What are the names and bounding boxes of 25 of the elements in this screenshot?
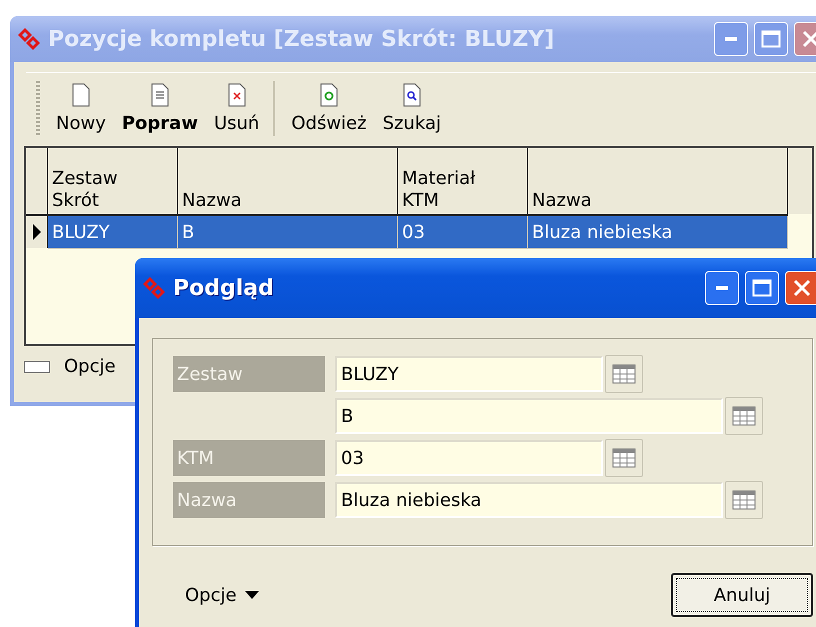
cancel-button[interactable]: Anuluj <box>671 573 813 617</box>
input-field[interactable]: Bluza niebieska <box>335 482 723 518</box>
table-cell[interactable]: Bluza niebieska <box>528 216 788 249</box>
column-header[interactable]: Zestaw Skrót <box>48 148 178 216</box>
toolbar-button[interactable]: Szukaj <box>376 81 447 136</box>
field-label: KTM <box>173 440 325 476</box>
table-cell[interactable]: BLUZY <box>48 216 178 249</box>
toolbar-button[interactable]: Popraw <box>116 81 204 136</box>
input-field[interactable]: 03 <box>335 440 603 476</box>
field-label: Zestaw <box>173 356 325 392</box>
toolbar-button[interactable]: Usuń <box>208 81 266 136</box>
toolbar-button[interactable]: Nowy <box>50 81 112 136</box>
window-title: Podgląd <box>173 276 275 300</box>
window-title: Pozycje kompletu [Zestaw Skrót: BLUZY] <box>48 26 556 52</box>
table-cell[interactable]: 03 <box>398 216 528 249</box>
options-menu[interactable]: Opcje <box>64 356 116 377</box>
column-header[interactable]: Nazwa <box>178 148 398 216</box>
input-field[interactable]: BLUZY <box>335 356 603 392</box>
input-field[interactable]: B <box>335 398 723 434</box>
column-header[interactable]: Nazwa <box>528 148 788 216</box>
table-cell[interactable]: B <box>178 216 398 249</box>
toolbar-button[interactable]: Odśwież <box>285 81 373 136</box>
column-header[interactable]: Materiał KTM <box>398 148 528 216</box>
field-label: Nazwa <box>173 482 325 518</box>
options-menu[interactable]: Opcje <box>185 584 259 606</box>
